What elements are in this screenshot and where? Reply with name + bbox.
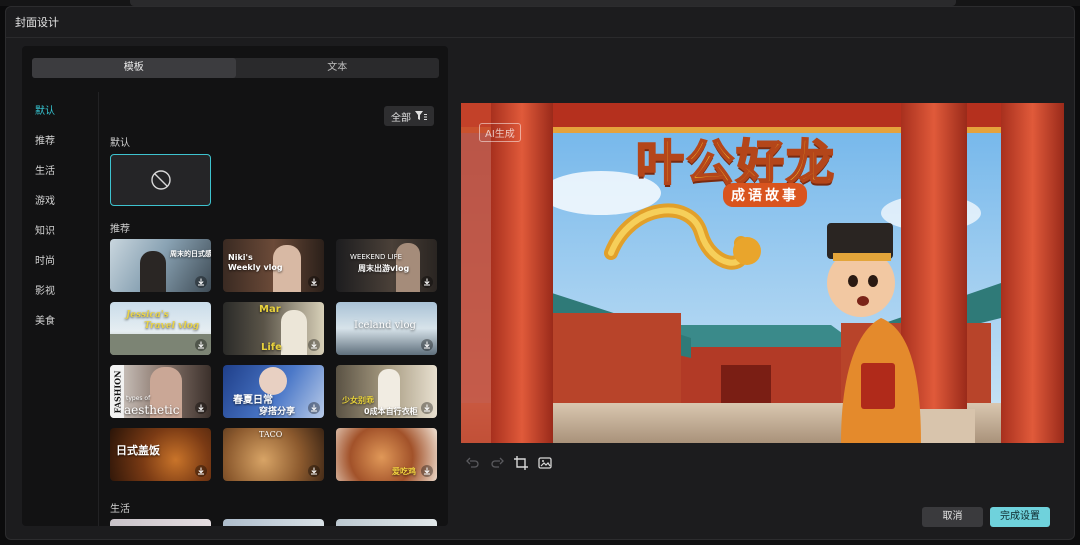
template-thumbnail[interactable]: 春夏日常 穿搭分享 — [223, 365, 324, 418]
title-divider — [6, 37, 1074, 38]
ai-generated-badge: AI生成 — [479, 123, 521, 142]
category-life[interactable]: 生活 — [35, 162, 55, 177]
download-icon[interactable] — [195, 339, 207, 351]
filter-label: 全部 — [391, 112, 411, 124]
download-icon[interactable] — [308, 465, 320, 477]
template-thumbnail[interactable]: WEEKEND LIFE 周末出游vlog — [336, 239, 437, 292]
template-thumbnail[interactable]: Mar Life — [223, 302, 324, 355]
template-thumbnail[interactable]: 周末的日式感 — [110, 239, 211, 292]
download-icon[interactable] — [421, 402, 433, 414]
redo-icon[interactable] — [490, 456, 504, 470]
no-template-option[interactable] — [110, 154, 211, 206]
cover-design-dialog: 封面设计 模板 文本 默认 推荐 生活 游戏 知识 时尚 影视 美食 全部 默认 — [5, 6, 1075, 540]
category-game[interactable]: 游戏 — [35, 192, 55, 207]
template-thumbnail[interactable] — [336, 519, 437, 526]
download-icon[interactable] — [308, 402, 320, 414]
download-icon[interactable] — [195, 276, 207, 288]
crop-icon[interactable] — [514, 456, 528, 470]
background-app-bottom — [0, 540, 1080, 545]
cover-preview[interactable]: AI生成 叶公好龙 成语故事 — [461, 103, 1064, 443]
cover-subtitle: 成语故事 — [723, 183, 807, 207]
tab-text[interactable]: 文本 — [236, 58, 440, 78]
download-icon[interactable] — [308, 276, 320, 288]
template-thumbnail[interactable]: Niki's Weekly vlog — [223, 239, 324, 292]
template-panel: 模板 文本 默认 推荐 生活 游戏 知识 时尚 影视 美食 全部 默认 推荐 周… — [22, 46, 448, 526]
category-film[interactable]: 影视 — [35, 282, 55, 297]
replace-image-icon[interactable] — [538, 456, 552, 470]
cancel-button[interactable]: 取消 — [922, 507, 983, 527]
filter-button[interactable]: 全部 — [384, 106, 434, 126]
preview-toolbar — [466, 456, 552, 470]
download-icon[interactable] — [308, 339, 320, 351]
category-default[interactable]: 默认 — [35, 102, 55, 117]
panel-tabs: 模板 文本 — [32, 58, 439, 78]
category-sidebar: 默认 推荐 生活 游戏 知识 时尚 影视 美食 — [22, 92, 99, 526]
undo-icon[interactable] — [466, 456, 480, 470]
category-knowledge[interactable]: 知识 — [35, 222, 55, 237]
template-list: 全部 默认 推荐 周末的日式感 Niki's Weekly vlog WEEKE… — [100, 92, 448, 526]
category-food[interactable]: 美食 — [35, 312, 55, 327]
template-thumbnail[interactable]: Iceland vlog — [336, 302, 437, 355]
category-fashion[interactable]: 时尚 — [35, 252, 55, 267]
template-thumbnail[interactable] — [110, 519, 211, 526]
template-thumbnail[interactable]: 日式盖饭 — [110, 428, 211, 481]
section-recommend-label: 推荐 — [110, 224, 130, 235]
template-thumbnail[interactable]: 爱吃鸡 — [336, 428, 437, 481]
template-thumbnail[interactable]: 少女别乖 0成本自行衣柜 — [336, 365, 437, 418]
template-thumbnail[interactable]: FASHION types of aesthetic — [110, 365, 211, 418]
template-thumbnail[interactable] — [223, 519, 324, 526]
filter-icon — [415, 111, 427, 120]
download-icon[interactable] — [195, 465, 207, 477]
dialog-title: 封面设计 — [15, 16, 59, 29]
template-thumbnail[interactable]: TACO — [223, 428, 324, 481]
template-thumbnail[interactable]: Jessica's Travel vlog — [110, 302, 211, 355]
download-icon[interactable] — [421, 276, 433, 288]
tab-template[interactable]: 模板 — [32, 58, 236, 78]
category-recommend[interactable]: 推荐 — [35, 132, 55, 147]
download-icon[interactable] — [421, 465, 433, 477]
download-icon[interactable] — [195, 402, 207, 414]
section-default-label: 默认 — [110, 138, 130, 149]
done-settings-button[interactable]: 完成设置 — [990, 507, 1050, 527]
download-icon[interactable] — [421, 339, 433, 351]
section-life-label: 生活 — [110, 504, 130, 515]
prohibited-icon — [150, 170, 171, 190]
